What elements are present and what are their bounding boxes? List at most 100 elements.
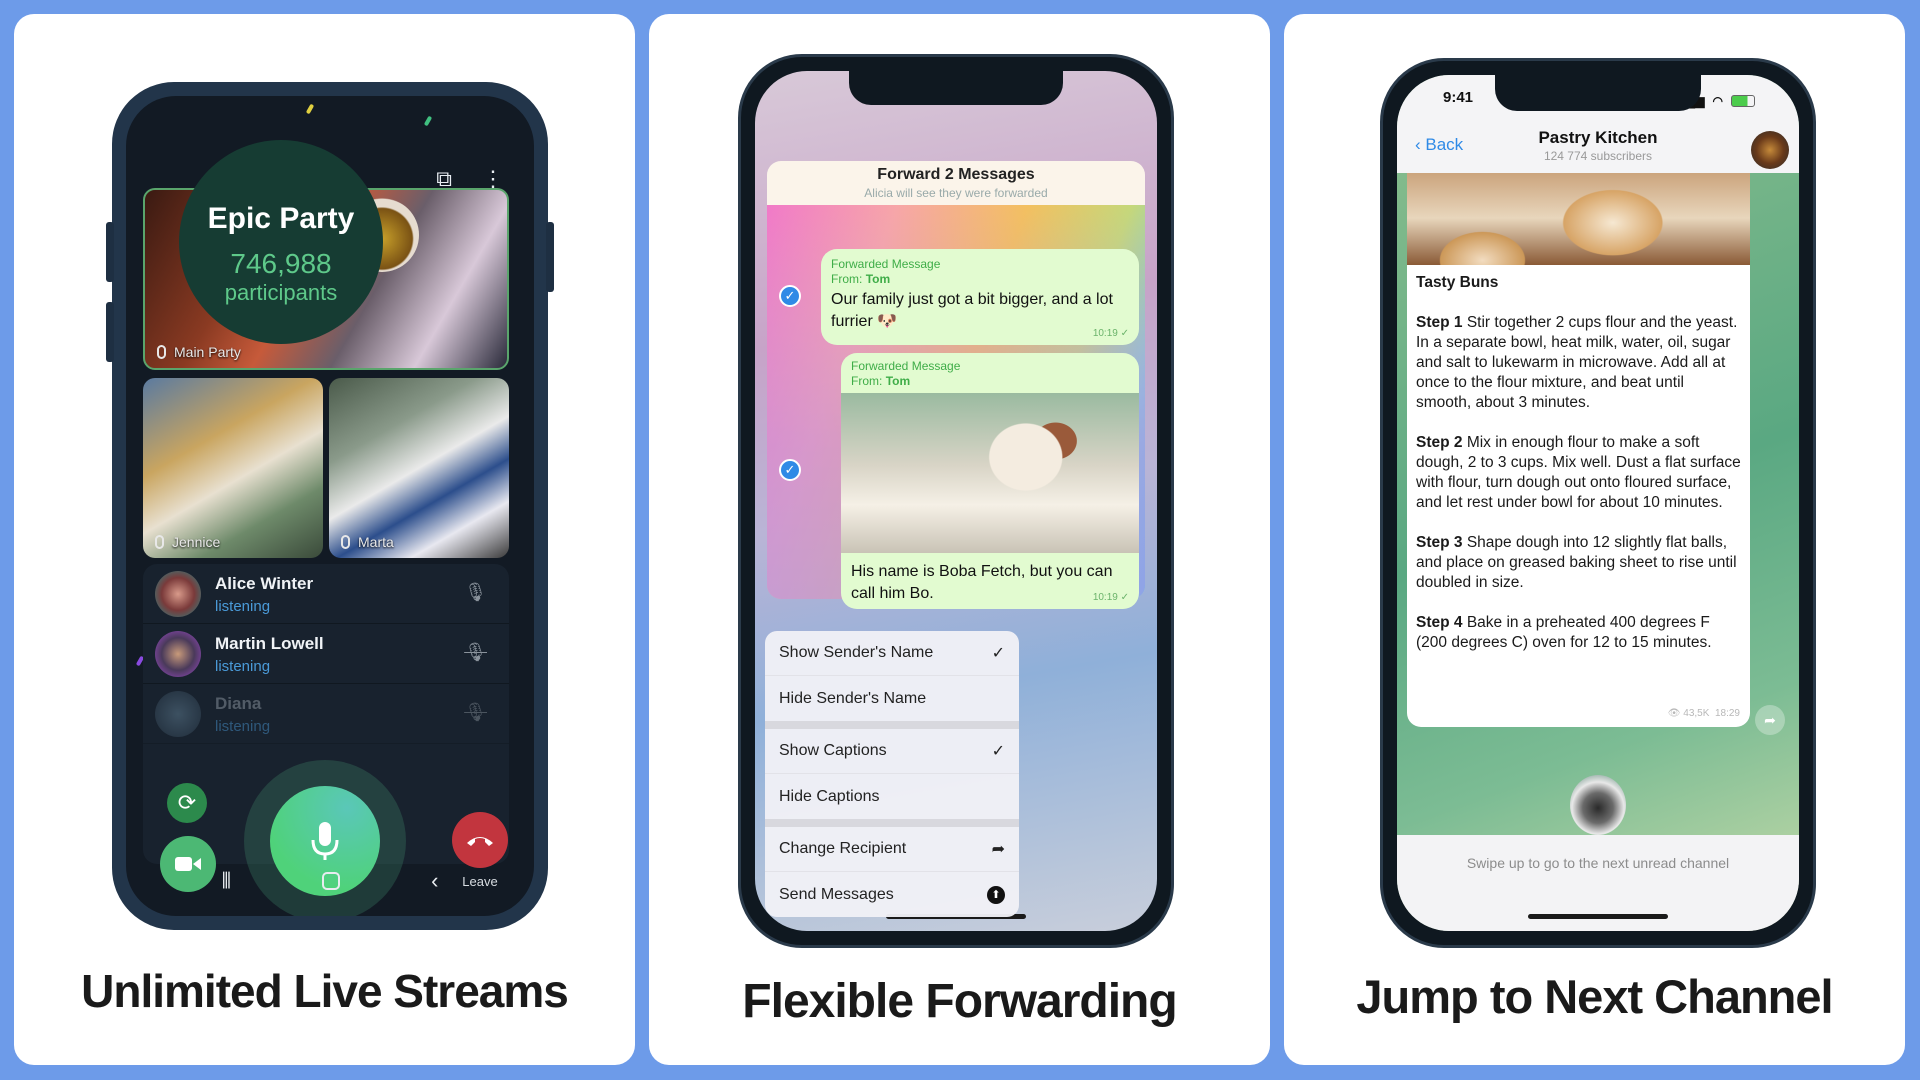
menu-label: Show Sender's Name — [779, 644, 934, 661]
swipe-hint: Swipe up to go to the next unread channe… — [1466, 855, 1730, 871]
message-time: 10:19 ✓ — [1092, 328, 1129, 339]
checkmark-icon: ✓ — [991, 645, 1005, 662]
menu-label: Show Captions — [779, 742, 887, 759]
android-phone: Epic Party 746,988 participants ⧉ ⋮ Main… — [106, 82, 554, 930]
phone-side-button — [106, 302, 114, 362]
flip-camera-button[interactable]: ⟳ — [167, 783, 207, 823]
video-tile[interactable]: Jennice — [143, 378, 323, 558]
hang-up-icon — [467, 837, 493, 846]
sender-name: Tom — [865, 272, 891, 286]
checkmark-icon: ✓ — [991, 743, 1005, 760]
video-tile[interactable]: Marta — [329, 378, 509, 558]
menu-label: Hide Captions — [779, 787, 880, 805]
selected-check-icon[interactable]: ✓ — [779, 459, 801, 481]
channel-post: Tasty Buns Step 1 Stir together 2 cups f… — [1407, 171, 1750, 727]
mic-icon — [157, 345, 166, 359]
message-time: 10:19 ✓ — [1092, 592, 1129, 603]
video-name: Marta — [358, 534, 394, 550]
android-nav-bar: ⦀ ‹ — [126, 856, 534, 906]
step-text: Mix in enough flour to make a soft dough… — [1416, 434, 1741, 511]
view-count: 43,5K — [1683, 708, 1710, 719]
participant-row[interactable]: Diana listening 🎙 — [143, 684, 509, 744]
menu-label: Hide Sender's Name — [779, 689, 927, 707]
confetti — [305, 103, 315, 115]
home-icon[interactable] — [322, 872, 341, 890]
channel-screen: 9:41 ▂▄▆ ◠ ‹ Back Pastry Kitchen 124 774… — [1397, 75, 1799, 931]
video-name: Jennice — [172, 534, 221, 550]
menu-item-hide-sender[interactable]: Hide Sender's Name — [765, 676, 1019, 721]
participant-name: Alice Winter — [215, 574, 314, 593]
recipe-step: Step 2 Mix in enough flour to make a sof… — [1416, 433, 1741, 513]
step-text: Stir together 2 cups flour and the yeast… — [1416, 314, 1738, 411]
mic-muted-icon[interactable]: 🎙 — [464, 642, 487, 663]
menu-item-send-messages[interactable]: Send Messages ⬆ — [765, 872, 1019, 917]
forward-options-menu: Show Sender's Name ✓ Hide Sender's Name S… — [765, 631, 1019, 917]
participant-row[interactable]: Martin Lowell listening 🎙 — [143, 624, 509, 684]
iphone: Forward 2 Messages Alicia will see they … — [738, 54, 1174, 948]
forwarding-card: Forward 2 Messages Alicia will see they … — [649, 14, 1270, 1065]
channel-avatar[interactable] — [1751, 131, 1789, 169]
post-time: 18:29 — [1714, 708, 1740, 719]
forwarded-message[interactable]: Forwarded Message From: Tom Our family j… — [821, 249, 1139, 345]
selected-check-icon[interactable]: ✓ — [779, 285, 801, 307]
mic-icon — [155, 535, 164, 549]
video-label: Marta — [341, 534, 394, 550]
from-label: From: — [851, 374, 883, 388]
channel-name[interactable]: Pastry Kitchen — [1397, 128, 1799, 148]
participant-status: listening — [215, 718, 271, 735]
forward-header-label: Forwarded Message — [831, 257, 941, 271]
recents-icon[interactable]: ⦀ — [221, 868, 231, 894]
share-button[interactable]: ➦ — [1755, 705, 1785, 735]
share-arrow-icon: ➦ — [991, 841, 1005, 858]
menu-label: Change Recipient — [779, 840, 907, 857]
recipe-step: Step 4 Bake in a preheated 400 degrees F… — [1416, 613, 1741, 653]
buns-photo[interactable] — [1407, 171, 1750, 265]
step-text: Shape dough into 12 slightly flat balls,… — [1416, 534, 1737, 591]
step-label: Step 1 — [1416, 314, 1463, 331]
menu-item-hide-captions[interactable]: Hide Captions — [765, 774, 1019, 819]
iphone: 9:41 ▂▄▆ ◠ ‹ Back Pastry Kitchen 124 774… — [1380, 58, 1816, 948]
participant-name: Martin Lowell — [215, 634, 324, 653]
phone-side-button — [106, 222, 114, 282]
sender-name: Tom — [885, 374, 911, 388]
menu-item-show-sender[interactable]: Show Sender's Name ✓ — [765, 631, 1019, 676]
eye-icon: 👁 — [1667, 708, 1684, 719]
participant-label: participants — [224, 280, 338, 305]
menu-item-show-captions[interactable]: Show Captions ✓ — [765, 729, 1019, 774]
participant-count: 746,988 — [230, 248, 332, 279]
avatar — [155, 690, 201, 737]
home-indicator — [1528, 914, 1668, 919]
from-label: From: — [831, 272, 863, 286]
forward-screen: Forward 2 Messages Alicia will see they … — [755, 71, 1157, 931]
menu-separator — [765, 819, 1019, 827]
battery-icon — [1731, 95, 1755, 107]
mic-muted-icon[interactable]: 🎙 — [464, 702, 487, 723]
feature-caption: Flexible Forwarding — [742, 975, 1177, 1028]
video-label: Main Party — [157, 344, 241, 360]
forward-header: Forward 2 Messages Alicia will see they … — [767, 161, 1145, 205]
forward-subtitle: Alicia will see they were forwarded — [864, 186, 1048, 200]
back-icon[interactable]: ‹ — [431, 868, 438, 894]
participant-status: listening — [215, 598, 271, 615]
video-name: Main Party — [174, 344, 241, 360]
refresh-icon: ⟳ — [177, 790, 197, 815]
post-body: Tasty Buns Step 1 Stir together 2 cups f… — [1407, 265, 1750, 653]
participant-row[interactable]: Alice Winter listening 🎙 — [143, 564, 509, 624]
menu-item-change-recipient[interactable]: Change Recipient ➦ — [765, 827, 1019, 872]
call-title-bubble: Epic Party 746,988 participants — [179, 140, 383, 344]
menu-separator — [765, 721, 1019, 729]
mic-icon[interactable]: 🎙 — [464, 582, 487, 603]
notch — [849, 71, 1063, 105]
send-arrow-icon: ⬆ — [987, 885, 1005, 904]
puppy-photo[interactable] — [841, 393, 1139, 553]
share-arrow-icon: ➦ — [1764, 712, 1776, 728]
feature-caption: Jump to Next Channel — [1356, 970, 1833, 1023]
next-channel-avatar[interactable] — [1570, 775, 1626, 835]
forward-title: Forward 2 Messages — [877, 166, 1035, 183]
forwarded-message[interactable]: Forwarded Message From: Tom His name is … — [841, 353, 1139, 609]
avatar — [155, 570, 201, 617]
avatar — [155, 630, 201, 677]
subscriber-count: 124 774 subscribers — [1543, 149, 1653, 163]
post-title: Tasty Buns — [1416, 274, 1499, 291]
recipe-step: Step 1 Stir together 2 cups flour and th… — [1416, 313, 1741, 413]
